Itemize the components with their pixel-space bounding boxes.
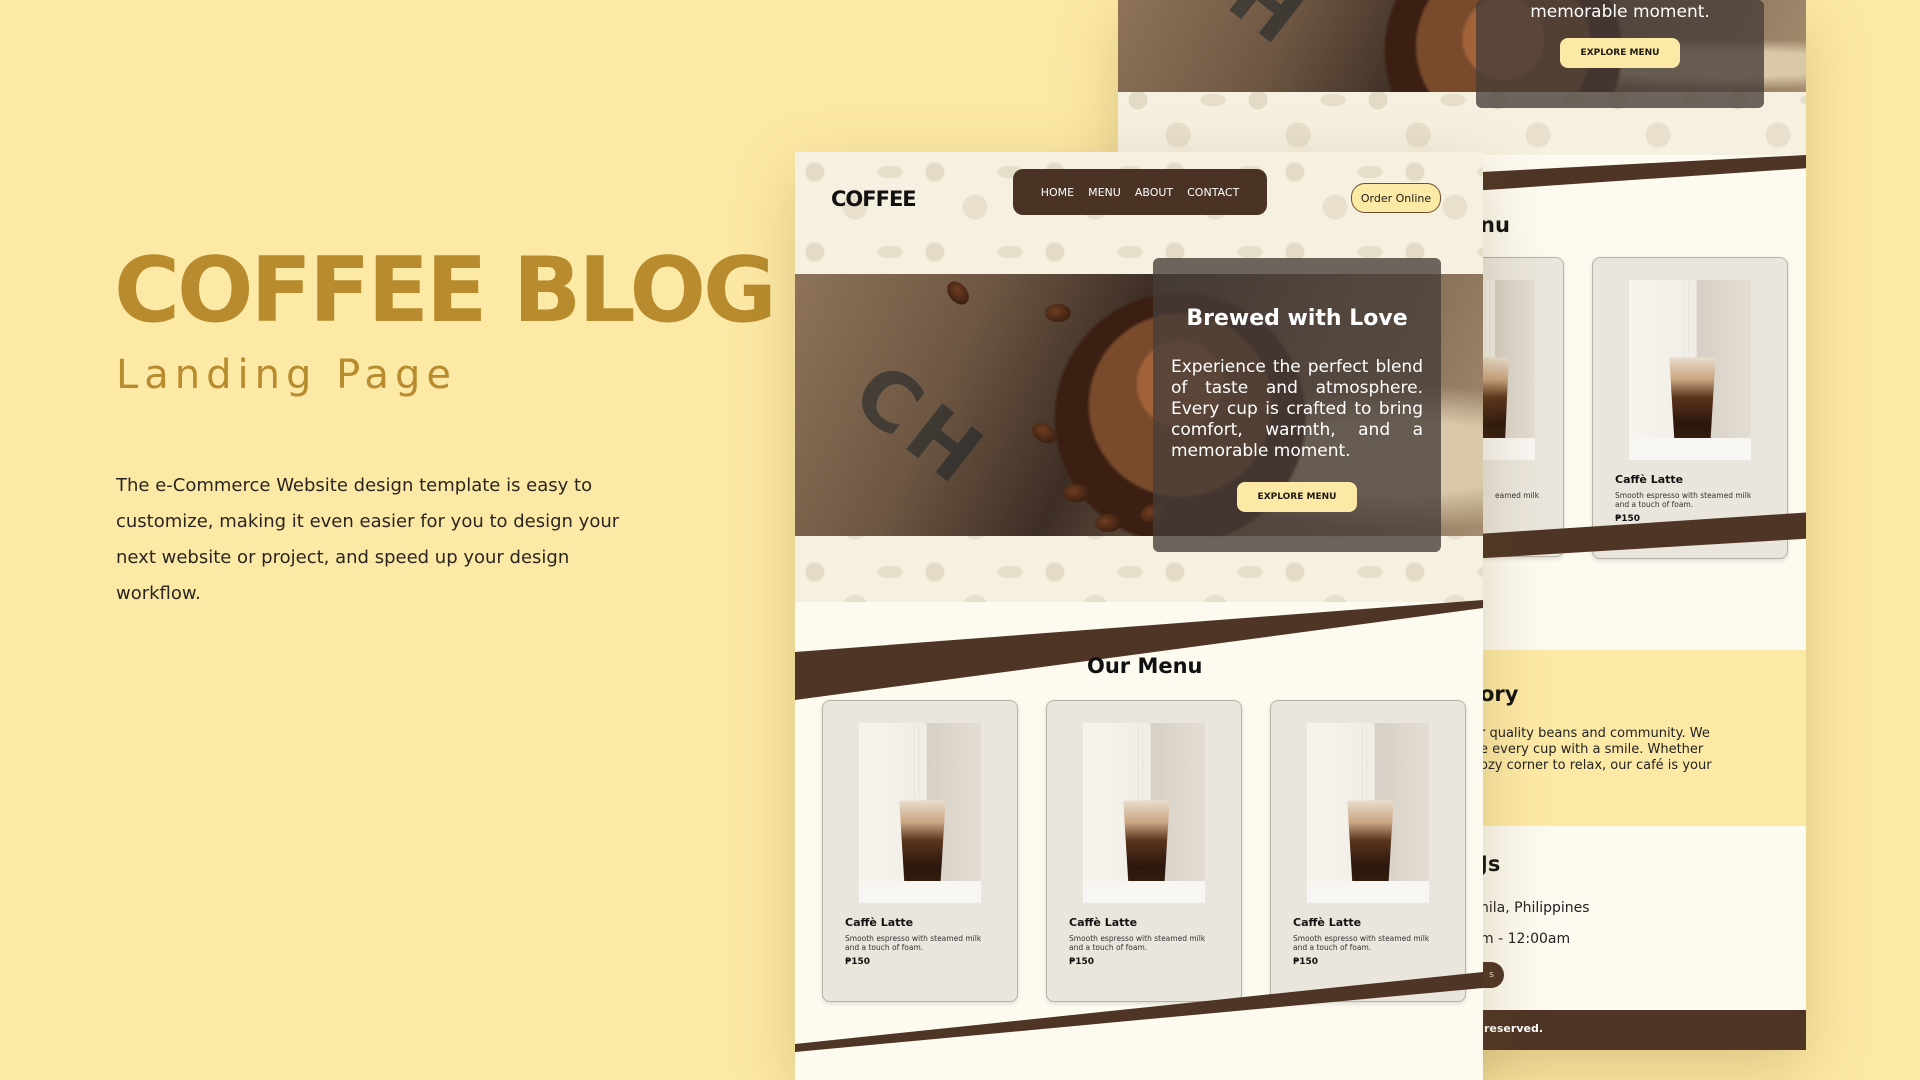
coffee-bean — [1095, 514, 1121, 532]
back-card-name: Caffè Latte — [1615, 473, 1684, 486]
crate-lettering: CH — [1159, 0, 1328, 67]
back-card-desc: eamed milk — [1495, 491, 1540, 500]
explore-menu-button[interactable]: EXPLORE MENU — [1237, 482, 1357, 512]
crate-lettering: CH — [836, 345, 1006, 506]
nav-bar: HOME MENU ABOUT CONTACT — [1013, 169, 1267, 215]
card-price: ₱150 — [1293, 957, 1319, 967]
card-desc: Smooth espresso with steamed milk and a … — [1293, 934, 1430, 952]
card-image — [859, 723, 981, 903]
back-hero-section: CH memorable moment. EXPLORE MENU — [1118, 0, 1806, 155]
nav-home[interactable]: HOME — [1041, 186, 1074, 199]
card-name: Caffè Latte — [845, 916, 914, 929]
card-name: Caffè Latte — [1293, 916, 1362, 929]
promo-subtitle: Landing Page — [116, 352, 457, 398]
coffee-bean — [1063, 484, 1089, 502]
card-desc: Smooth espresso with steamed milk and a … — [845, 934, 982, 952]
menu-title: Our Menu — [1087, 654, 1203, 678]
coffee-bean — [1045, 304, 1071, 322]
menu-card[interactable]: Caffè Latte Smooth espresso with steamed… — [1270, 700, 1466, 1002]
logo[interactable]: COFFEE — [831, 187, 917, 211]
back-card-image — [1629, 280, 1751, 460]
diagonal-band-top — [795, 600, 1483, 700]
card-image — [1083, 723, 1205, 903]
back-hero-text: memorable moment. — [1530, 2, 1710, 22]
nav-about[interactable]: ABOUT — [1135, 186, 1173, 199]
card-image — [1307, 723, 1429, 903]
back-story-title: ory — [1480, 682, 1519, 706]
back-contact-address: nila, Philippines — [1480, 900, 1590, 916]
back-hero-overlay: memorable moment. EXPLORE MENU — [1476, 0, 1764, 108]
back-menu-title: nu — [1480, 213, 1510, 237]
promo-title: COFFEE BLOG — [114, 238, 777, 343]
card-price: ₱150 — [1069, 957, 1095, 967]
card-price: ₱150 — [845, 957, 871, 967]
card-name: Caffè Latte — [1069, 916, 1138, 929]
back-menu-card: Caffè Latte Smooth espresso with steamed… — [1592, 257, 1788, 559]
back-story-text: r quality beans and community. We e ever… — [1480, 726, 1712, 774]
front-page-mockup: COFFEE HOME MENU ABOUT CONTACT Order Onl… — [795, 152, 1483, 1080]
back-footer-text: reserved. — [1484, 1022, 1544, 1035]
story-line: r quality beans and community. We — [1480, 726, 1710, 741]
hero-overlay: Brewed with Love Experience the perfect … — [1153, 258, 1441, 552]
menu-card[interactable]: Caffè Latte Smooth espresso with steamed… — [822, 700, 1018, 1002]
back-contact-title: Js — [1480, 852, 1501, 876]
back-card-price: ₱150 — [1615, 514, 1641, 524]
back-contact-hours: m - 12:00am — [1480, 931, 1571, 947]
story-line: e every cup with a smile. Whether — [1480, 742, 1704, 757]
coffee-bean — [942, 277, 974, 309]
card-desc: Smooth espresso with steamed milk and a … — [1069, 934, 1206, 952]
menu-card[interactable]: Caffè Latte Smooth espresso with steamed… — [1046, 700, 1242, 1002]
order-online-button[interactable]: Order Online — [1351, 183, 1441, 213]
hero-title: Brewed with Love — [1186, 306, 1408, 331]
promo-description: The e-Commerce Website design template i… — [116, 475, 620, 604]
story-line: ozy corner to relax, our café is your — [1480, 758, 1712, 773]
back-explore-menu-button[interactable]: EXPLORE MENU — [1560, 38, 1680, 68]
nav-menu[interactable]: MENU — [1088, 186, 1121, 199]
nav-contact[interactable]: CONTACT — [1187, 186, 1239, 199]
hero-text: Experience the perfect blend of taste an… — [1171, 357, 1423, 461]
back-card-desc: Smooth espresso with steamed milk and a … — [1615, 491, 1752, 509]
coffee-bean — [1028, 418, 1060, 448]
